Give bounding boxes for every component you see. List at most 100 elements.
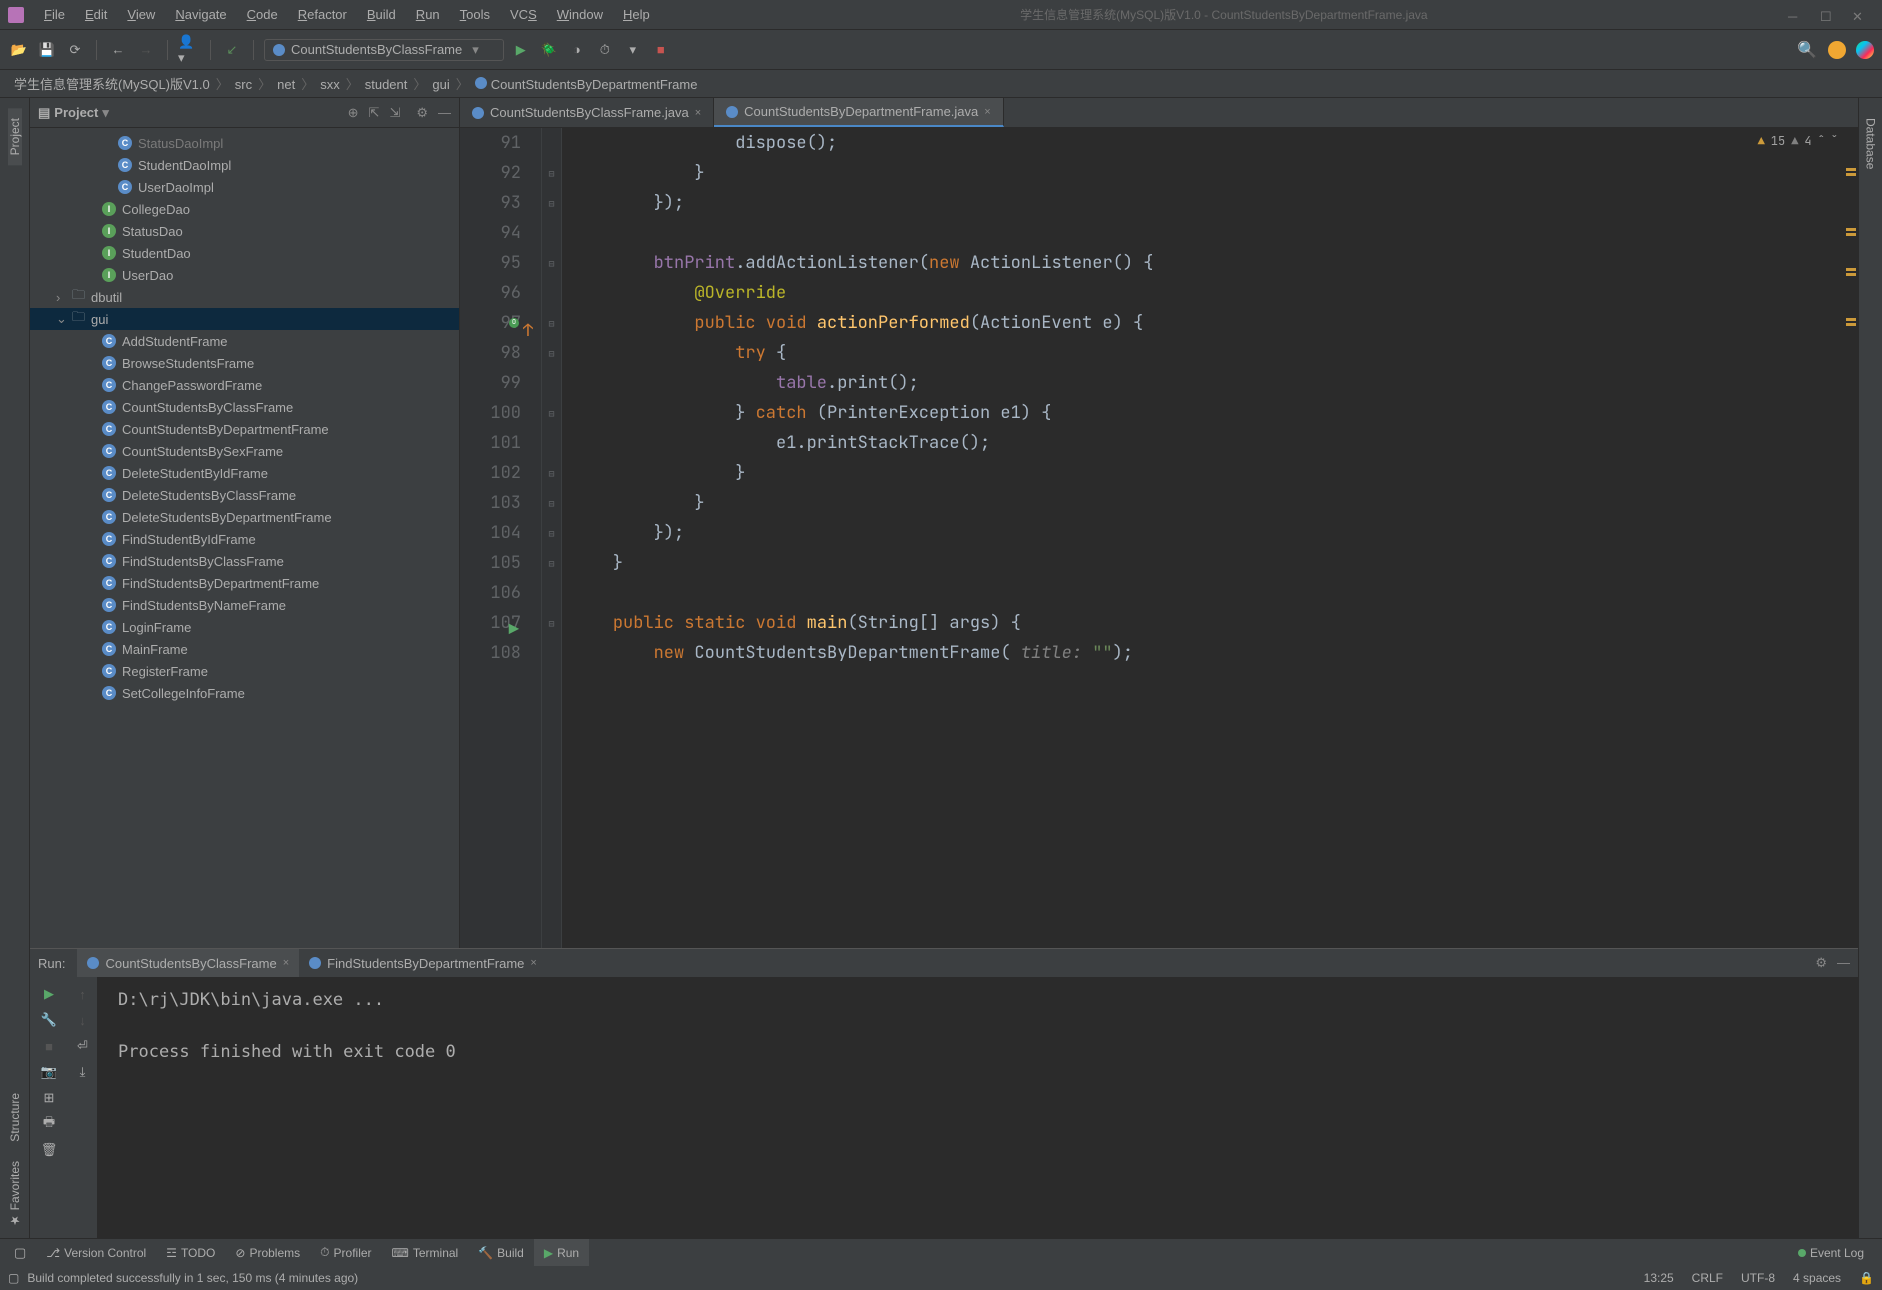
tree-item[interactable]: ICollegeDao (30, 198, 459, 220)
tree-item[interactable]: CBrowseStudentsFrame (30, 352, 459, 374)
tool-structure[interactable]: Structure (8, 1083, 22, 1152)
tree-item[interactable]: CFindStudentsByClassFrame (30, 550, 459, 572)
run-tab[interactable]: CountStudentsByClassFrame× (77, 949, 299, 977)
inspections-widget[interactable]: ▲15 ▲4 ˆ ˇ (1758, 133, 1838, 149)
attach-icon[interactable]: ▾ (622, 39, 644, 61)
breadcrumb-item[interactable]: sxx (316, 77, 344, 92)
tree-item[interactable]: IStatusDao (30, 220, 459, 242)
tree-item[interactable]: CCountStudentsByDepartmentFrame (30, 418, 459, 440)
scroll-end-icon[interactable]: ⤓ (74, 1063, 92, 1081)
chevron-down-icon[interactable]: ▾ (102, 105, 109, 121)
breadcrumb-item[interactable]: src (231, 77, 256, 92)
run-tab[interactable]: FindStudentsByDepartmentFrame× (299, 949, 547, 977)
bottom-tool-terminal[interactable]: ⌨Terminal (382, 1239, 469, 1266)
debug-icon[interactable]: 🪲 (538, 39, 560, 61)
tree-item[interactable]: CMainFrame (30, 638, 459, 660)
hide-icon[interactable]: — (1837, 955, 1850, 971)
tree-item[interactable]: CDeleteStudentsByDepartmentFrame (30, 506, 459, 528)
bottom-tool-problems[interactable]: ⊘Problems (225, 1239, 310, 1266)
tree-item[interactable]: CUserDaoImpl (30, 176, 459, 198)
tree-item[interactable]: CFindStudentByIdFrame (30, 528, 459, 550)
stop-icon[interactable]: ■ (40, 1037, 58, 1055)
status-indent[interactable]: 4 spaces (1793, 1271, 1841, 1285)
expand-all-icon[interactable]: ⇱ (369, 105, 380, 121)
menu-navigate[interactable]: Navigate (165, 7, 236, 22)
menu-view[interactable]: View (117, 7, 165, 22)
bottom-tool-run[interactable]: ▶Run (534, 1239, 589, 1266)
menu-vcs[interactable]: VCS (500, 7, 547, 22)
tree-item[interactable]: CStatusDaoImpl (30, 132, 459, 154)
breadcrumb-item[interactable]: gui (428, 77, 453, 92)
print-icon[interactable]: 🖶 (40, 1115, 58, 1133)
event-log-button[interactable]: Event Log (1788, 1246, 1874, 1260)
collapse-all-icon[interactable]: ⇲ (389, 105, 400, 121)
tree-item[interactable]: IStudentDao (30, 242, 459, 264)
open-icon[interactable]: 📂 (8, 39, 30, 61)
run-configuration-dropdown[interactable]: CountStudentsByClassFrame ▾ (264, 39, 504, 61)
camera-icon[interactable]: 📷 (40, 1063, 58, 1081)
menu-window[interactable]: Window (547, 7, 613, 22)
code-editor[interactable]: 91929394959697O↑989910010110210310410510… (460, 128, 1858, 948)
tree-item[interactable]: CFindStudentsByNameFrame (30, 594, 459, 616)
forward-icon[interactable]: → (135, 39, 157, 61)
breadcrumb-item[interactable]: CountStudentsByDepartmentFrame (471, 77, 702, 92)
chevron-up-icon[interactable]: ˆ (1818, 133, 1825, 149)
bottom-tool-profiler[interactable]: ⏱Profiler (310, 1239, 381, 1266)
minimize-icon[interactable]: ─ (1788, 9, 1800, 21)
run-icon[interactable]: ▶ (510, 39, 532, 61)
menu-build[interactable]: Build (357, 7, 406, 22)
project-tree[interactable]: CStatusDaoImplCStudentDaoImplCUserDaoImp… (30, 128, 459, 948)
tool-favorites[interactable]: ★ Favorites (8, 1151, 22, 1238)
tree-item[interactable]: CStudentDaoImpl (30, 154, 459, 176)
menu-edit[interactable]: Edit (75, 7, 117, 22)
tree-item[interactable]: CCountStudentsByClassFrame (30, 396, 459, 418)
coverage-icon[interactable]: ◑ (566, 39, 588, 61)
chevron-down-icon[interactable]: ˇ (1831, 133, 1838, 149)
select-opened-icon[interactable]: ⊕ (348, 105, 359, 121)
vcs-update-icon[interactable]: ↙ (221, 39, 243, 61)
maximize-icon[interactable]: ☐ (1820, 9, 1832, 21)
tree-item[interactable]: IUserDao (30, 264, 459, 286)
status-encoding[interactable]: UTF-8 (1741, 1271, 1775, 1285)
down-icon[interactable]: ↓ (74, 1011, 92, 1029)
trash-icon[interactable]: 🗑 (40, 1141, 58, 1159)
breadcrumb-item[interactable]: net (273, 77, 299, 92)
tree-item[interactable]: ›🗀dbutil (30, 286, 459, 308)
tree-item[interactable]: CRegisterFrame (30, 660, 459, 682)
error-stripe[interactable] (1844, 158, 1858, 948)
editor-tab[interactable]: CountStudentsByClassFrame.java× (460, 98, 714, 127)
status-linesep[interactable]: CRLF (1692, 1271, 1723, 1285)
tree-item[interactable]: CCountStudentsBySexFrame (30, 440, 459, 462)
layout-icon[interactable]: ⊞ (40, 1089, 58, 1107)
tree-item[interactable]: CFindStudentsByDepartmentFrame (30, 572, 459, 594)
run-output[interactable]: D:\rj\JDK\bin\java.exe ... Process finis… (98, 977, 1858, 1238)
bottom-tool-todo[interactable]: ☲TODO (156, 1239, 225, 1266)
wrench-icon[interactable]: 🔧 (40, 1011, 58, 1029)
profile-icon[interactable]: ⏱ (594, 39, 616, 61)
menu-tools[interactable]: Tools (450, 7, 500, 22)
notification-icon[interactable] (1828, 41, 1846, 59)
tree-item[interactable]: CLoginFrame (30, 616, 459, 638)
menu-code[interactable]: Code (237, 7, 288, 22)
close-icon[interactable]: × (530, 957, 536, 969)
menu-run[interactable]: Run (406, 7, 450, 22)
breadcrumb-item[interactable]: 学生信息管理系统(MySQL)版V1.0 (10, 77, 214, 92)
breadcrumb-item[interactable]: student (361, 77, 412, 92)
avatar-add-icon[interactable]: 👤▾ (178, 39, 200, 61)
tool-project[interactable]: Project (8, 108, 22, 165)
bottom-tool-build[interactable]: 🔨Build (468, 1239, 534, 1266)
tree-item[interactable]: CDeleteStudentByIdFrame (30, 462, 459, 484)
editor-tab[interactable]: CountStudentsByDepartmentFrame.java× (714, 98, 1004, 127)
menu-help[interactable]: Help (613, 7, 660, 22)
gear-icon[interactable]: ⚙ (416, 105, 428, 121)
tw-toggle-icon[interactable]: ▢ (8, 1245, 32, 1261)
search-icon[interactable]: 🔍 (1796, 39, 1818, 61)
soft-wrap-icon[interactable]: ⏎ (74, 1037, 92, 1055)
close-icon[interactable]: × (984, 106, 990, 118)
reload-icon[interactable]: ⟳ (64, 39, 86, 61)
toggle-tw-icon[interactable]: ▢ (8, 1271, 19, 1285)
menu-file[interactable]: File (34, 7, 75, 22)
up-icon[interactable]: ↑ (74, 985, 92, 1003)
bottom-tool-vcs[interactable]: ⎇Version Control (36, 1239, 156, 1266)
save-icon[interactable]: 💾 (36, 39, 58, 61)
